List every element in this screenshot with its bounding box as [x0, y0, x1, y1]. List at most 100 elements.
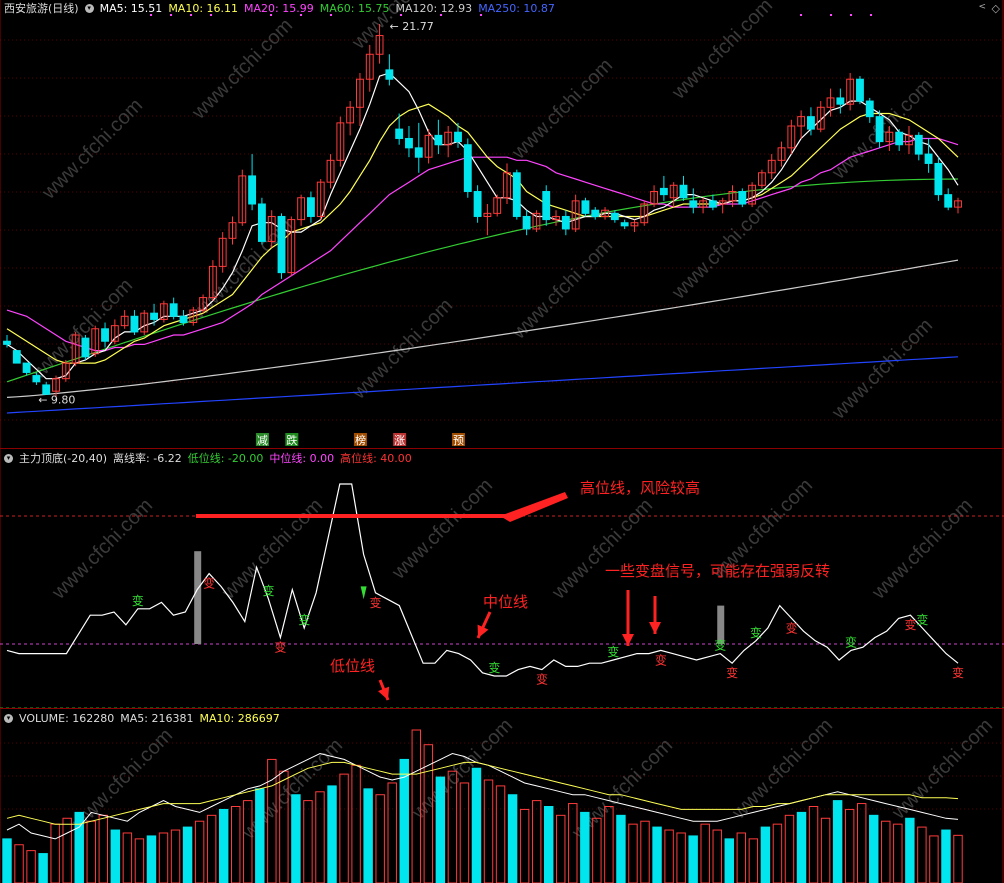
signal-label: 变: [203, 576, 215, 591]
signal-arrow-icon: [360, 586, 367, 600]
signal-label: 变: [488, 660, 500, 675]
volume-label[interactable]: VOLUME: 162280: [19, 712, 114, 725]
volume-bar-down: [507, 794, 518, 883]
volume-bar-down: [688, 835, 698, 883]
candle-down: [22, 362, 31, 373]
indicator-header: ▾ 主力顶底(-20,40) 离线率: -6.22 低位线: -20.00 中位…: [4, 451, 412, 465]
watermark-text: www.cfchi.com: [507, 234, 617, 344]
candle-down: [895, 131, 904, 146]
signal-label: 变: [916, 612, 928, 627]
watermark-text: www.cfchi.com: [27, 274, 137, 384]
annotation-arrow-2-head: [649, 622, 661, 634]
marker-dot: [850, 14, 852, 16]
volume-bar-up: [844, 808, 855, 883]
volume-bar-up: [459, 782, 470, 883]
watermark-text: www.cfchi.com: [667, 194, 777, 304]
signal-label: 变: [655, 652, 667, 667]
deviation-label: 离线率: -6.22: [113, 452, 182, 465]
candle-down: [434, 134, 443, 146]
volume-bar-up: [26, 850, 36, 883]
volume-bar-down: [110, 829, 121, 883]
chart-canvas: www.cfchi.com www.cfchi.com www.cfchi.com w…: [0, 0, 1004, 883]
volume-bar-up: [231, 806, 241, 883]
volume-bar-up: [339, 773, 349, 883]
volume-bar-up: [893, 823, 903, 883]
signal-label: 变: [274, 640, 286, 655]
volume-bar-up: [784, 814, 795, 883]
annotation-mid-text: 中位线: [483, 593, 528, 611]
ma10-label: MA10: 16.11: [168, 1, 239, 15]
volume-bar-up: [519, 808, 530, 883]
volume-bar-up: [736, 832, 747, 883]
volume-bar-up: [808, 806, 819, 883]
panel-separator-2: [0, 708, 1004, 709]
volume-bar-down: [146, 835, 157, 883]
candle-down: [561, 215, 570, 230]
signal-label: 变: [536, 672, 548, 687]
ma120-label: MA120: 12.93: [395, 1, 473, 15]
volume-bar-up: [86, 820, 96, 883]
volume-bar-up: [62, 817, 72, 883]
volume-bar-down: [363, 788, 373, 883]
candle-down: [620, 222, 629, 227]
high-price-label: ← 21.77: [390, 20, 434, 33]
candle-down: [807, 116, 815, 130]
candle-down: [610, 212, 619, 221]
volume-bar-up: [881, 820, 891, 883]
marker-dot: [800, 14, 802, 16]
candle-down: [473, 191, 482, 217]
signal-label: 变: [750, 625, 762, 640]
volume-bar-down: [291, 794, 301, 883]
volume-bar-up: [122, 832, 133, 883]
watermark-text: www.cfchi.com: [187, 14, 297, 124]
candle-down: [738, 191, 747, 205]
candle-down: [395, 128, 404, 139]
signal-label: 变: [298, 612, 310, 627]
volume-bar-up: [953, 834, 963, 883]
signal-label: 变: [263, 583, 275, 598]
volume-bar-down: [435, 776, 446, 883]
volume-bar-up: [820, 817, 831, 883]
signal-label: 变: [904, 617, 916, 632]
arrow-left-icon[interactable]: <: [978, 2, 986, 12]
volume-bar-up: [483, 779, 494, 883]
candle-down: [81, 337, 90, 358]
volume-bar-down: [38, 853, 48, 883]
watermark-text: www.cfchi.com: [37, 94, 147, 204]
volume-bar-down: [724, 838, 734, 883]
volume-bar-down: [471, 767, 482, 883]
volume-bar-up: [170, 829, 181, 883]
ma250-line: [6, 356, 959, 414]
low-line-label: 低位线: -20.00: [187, 452, 264, 465]
toggle-icon[interactable]: ▾: [84, 3, 94, 13]
candle-down: [865, 100, 874, 118]
candle-down: [512, 172, 521, 217]
diamond-icon[interactable]: ◇: [992, 2, 1000, 15]
volume-ma5-label: MA5: 216381: [120, 711, 194, 725]
candle-down: [150, 312, 158, 320]
event-marker-label: 涨: [394, 434, 405, 447]
toggle-icon[interactable]: ▾: [4, 453, 13, 463]
signal-label: 变: [726, 665, 738, 680]
volume-bar-down: [2, 838, 12, 883]
indicator-name[interactable]: 主力顶底(-20,40): [19, 450, 107, 466]
toggle-icon[interactable]: ▾: [4, 713, 13, 723]
watermark-text: www.cfchi.com: [547, 494, 657, 604]
candle-down: [12, 350, 21, 364]
ma5-line: [6, 72, 959, 380]
volume-bar-up: [387, 782, 397, 883]
gray-bar: [194, 551, 202, 644]
volume-bar-up: [303, 800, 313, 883]
candle-down: [32, 375, 41, 383]
watermark-text: www.cfchi.com: [867, 494, 977, 604]
watermark-text: www.cfchi.com: [667, 0, 777, 104]
volume-bar-up: [375, 794, 385, 883]
volume-bar-down: [941, 829, 951, 883]
stock-title[interactable]: 西安旅游(日线): [4, 0, 79, 16]
volume-bar-up: [14, 844, 24, 883]
main-chart-header: 西安旅游(日线) ▾ MA5: 15.51 MA10: 16.11 MA20: …: [4, 0, 555, 16]
panel-separator-1: [0, 448, 1004, 449]
volume-bar-up: [495, 785, 506, 883]
volume-bar-up: [556, 814, 566, 883]
ma20-label: MA20: 15.99: [244, 1, 314, 15]
